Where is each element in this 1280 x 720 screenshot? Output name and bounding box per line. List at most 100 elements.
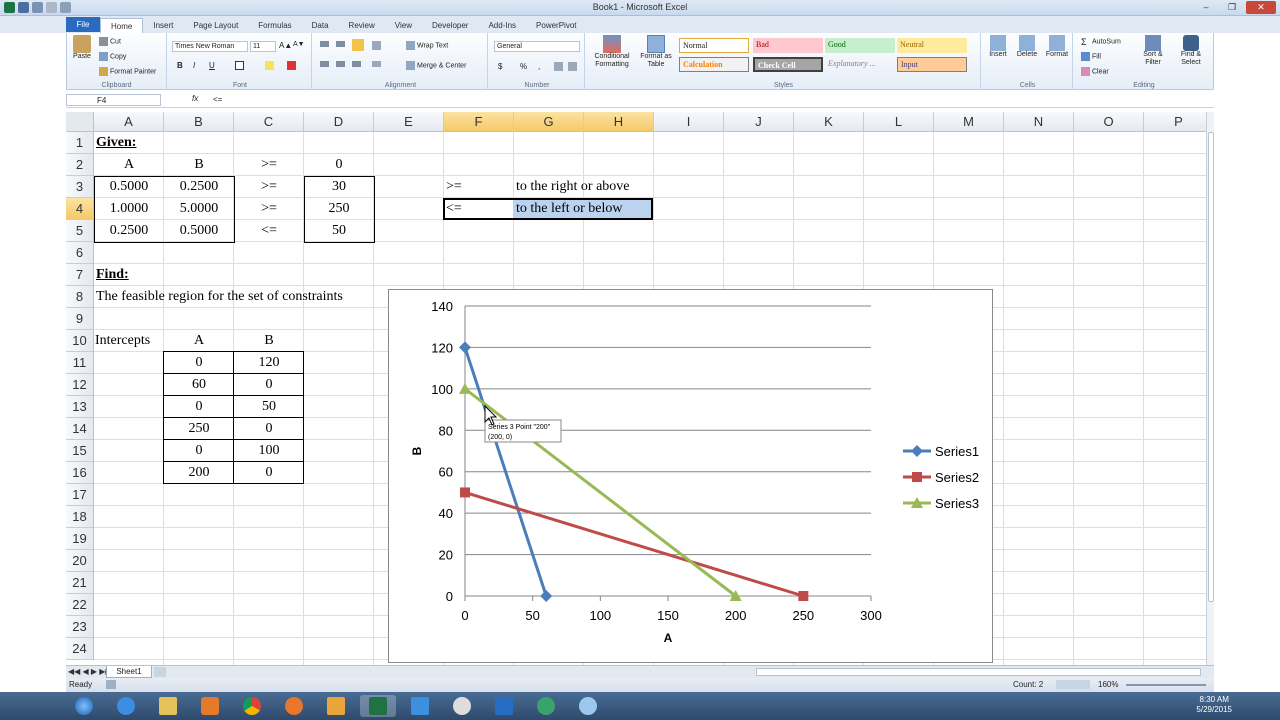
legend-ge-symbol[interactable]: >=: [446, 176, 462, 198]
align-bottom-icon[interactable]: [352, 39, 366, 51]
intercept-1-b[interactable]: 120: [234, 352, 304, 374]
constraint-2-rhs[interactable]: 250: [304, 198, 374, 220]
tab-add-ins[interactable]: Add-Ins: [478, 18, 526, 33]
indent-icon[interactable]: [372, 61, 383, 68]
row-header-21[interactable]: 21: [66, 572, 94, 594]
intercept-4-b[interactable]: 0: [234, 418, 304, 440]
taskbar-app-blue[interactable]: [570, 695, 606, 717]
row-header-23[interactable]: 23: [66, 616, 94, 638]
constraint-2-a[interactable]: 1.0000: [94, 198, 164, 220]
align-top-icon[interactable]: [320, 41, 331, 48]
tab-view[interactable]: View: [385, 18, 422, 33]
delete-cells-button[interactable]: Delete: [1013, 35, 1041, 59]
tab-page-layout[interactable]: Page Layout: [183, 18, 248, 33]
insert-function-icon[interactable]: fx: [192, 94, 198, 103]
column-header-h[interactable]: H: [584, 112, 654, 132]
row-header-10[interactable]: 10: [66, 330, 94, 352]
tab-developer[interactable]: Developer: [422, 18, 478, 33]
intercept-2-b[interactable]: 0: [234, 374, 304, 396]
row-header-14[interactable]: 14: [66, 418, 94, 440]
column-header-p[interactable]: P: [1144, 112, 1208, 132]
row-header-16[interactable]: 16: [66, 462, 94, 484]
column-header-b[interactable]: B: [164, 112, 234, 132]
orientation-icon[interactable]: [372, 41, 383, 50]
constraint-1-b[interactable]: 0.2500: [164, 176, 234, 198]
tab-file[interactable]: File: [66, 17, 100, 32]
name-box[interactable]: F4: [66, 94, 161, 106]
wrap-text-button[interactable]: Wrap Text: [406, 41, 448, 50]
taskbar-clock[interactable]: 8:30 AM 5/29/2015: [1196, 695, 1232, 715]
row-header-7[interactable]: 7: [66, 264, 94, 286]
row-header-9[interactable]: 9: [66, 308, 94, 330]
find-select-button[interactable]: Find & Select: [1173, 35, 1209, 67]
insert-cells-button[interactable]: Insert: [985, 35, 1011, 59]
row-header-20[interactable]: 20: [66, 550, 94, 572]
zoom-slider[interactable]: [1126, 684, 1206, 686]
currency-button[interactable]: $: [498, 62, 502, 71]
format-painter-button[interactable]: Format Painter: [99, 67, 156, 76]
format-cells-button[interactable]: Format: [1043, 35, 1071, 59]
align-middle-icon[interactable]: [336, 41, 347, 48]
style-input[interactable]: Input: [897, 57, 967, 72]
tab-data[interactable]: Data: [302, 18, 339, 33]
constraint-3-op[interactable]: <=: [234, 220, 304, 242]
intercept-3-b[interactable]: 50: [234, 396, 304, 418]
legend-ge-text[interactable]: to the right or above: [516, 176, 630, 198]
taskbar-app-green[interactable]: [528, 695, 564, 717]
column-header-l[interactable]: L: [864, 112, 934, 132]
constraint-1-a[interactable]: 0.5000: [94, 176, 164, 198]
font-color-icon[interactable]: [287, 61, 298, 70]
cut-button[interactable]: Cut: [99, 37, 121, 46]
row-header-17[interactable]: 17: [66, 484, 94, 506]
constraint-3-a[interactable]: 0.2500: [94, 220, 164, 242]
align-center-icon[interactable]: [336, 61, 347, 68]
merge-center-button[interactable]: Merge & Center: [406, 61, 466, 70]
number-format-combo[interactable]: General: [494, 41, 580, 52]
comma-button[interactable]: ,: [538, 62, 540, 71]
column-header-j[interactable]: J: [724, 112, 794, 132]
align-right-icon[interactable]: [352, 61, 363, 68]
taskbar-media[interactable]: [192, 695, 228, 717]
format-as-table-button[interactable]: Format as Table: [637, 35, 675, 69]
intercept-3-a[interactable]: 0: [164, 396, 234, 418]
vertical-scroll-thumb[interactable]: [1208, 132, 1214, 602]
decimal-increase-icon[interactable]: [554, 62, 565, 71]
column-header-m[interactable]: M: [934, 112, 1004, 132]
tab-insert[interactable]: Insert: [143, 18, 183, 33]
row-header-19[interactable]: 19: [66, 528, 94, 550]
view-buttons-icon[interactable]: [1056, 680, 1090, 689]
intercept-6-b[interactable]: 0: [234, 462, 304, 484]
sheet-tab-sheet1[interactable]: Sheet1: [106, 666, 152, 678]
font-size-combo[interactable]: 11: [250, 41, 276, 52]
row-header-18[interactable]: 18: [66, 506, 94, 528]
taskbar-outlook[interactable]: [318, 695, 354, 717]
row-header-8[interactable]: 8: [66, 286, 94, 308]
column-header-f[interactable]: F: [444, 112, 514, 132]
column-header-c[interactable]: C: [234, 112, 304, 132]
row-header-4[interactable]: 4: [66, 198, 94, 220]
tab-formulas[interactable]: Formulas: [248, 18, 301, 33]
column-header-n[interactable]: N: [1004, 112, 1074, 132]
vertical-scrollbar[interactable]: [1206, 112, 1214, 665]
taskbar-explorer[interactable]: [150, 695, 186, 717]
close-icon[interactable]: ✕: [1246, 1, 1276, 14]
column-header-i[interactable]: I: [654, 112, 724, 132]
conditional-formatting-button[interactable]: Conditional Formatting: [589, 35, 635, 69]
row-header-3[interactable]: 3: [66, 176, 94, 198]
intercept-6-a[interactable]: 200: [164, 462, 234, 484]
intercept-4-a[interactable]: 250: [164, 418, 234, 440]
taskbar-firefox[interactable]: [276, 695, 312, 717]
constraint-1-rhs[interactable]: 30: [304, 176, 374, 198]
column-header-e[interactable]: E: [374, 112, 444, 132]
tab-home[interactable]: Home: [100, 18, 144, 33]
copy-button[interactable]: Copy: [99, 52, 126, 61]
taskbar-r[interactable]: [486, 695, 522, 717]
system-tray-icons[interactable]: [1092, 700, 1170, 712]
column-header-o[interactable]: O: [1074, 112, 1144, 132]
tab-powerpivot[interactable]: PowerPivot: [526, 18, 586, 33]
taskbar-chrome[interactable]: [234, 695, 270, 717]
row-header-24[interactable]: 24: [66, 638, 94, 660]
style-normal[interactable]: Normal: [679, 38, 749, 53]
select-all-corner[interactable]: [66, 112, 94, 132]
style-neutral[interactable]: Neutral: [897, 38, 967, 53]
